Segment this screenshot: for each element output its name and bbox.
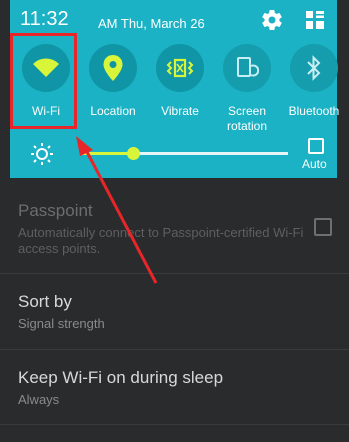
annotation-highlight-box — [10, 33, 77, 129]
status-date: AM Thu, March 26 — [98, 16, 205, 31]
location-pin-icon — [103, 55, 123, 81]
status-time: 11:32 — [20, 8, 69, 30]
screen-rotation-icon — [237, 57, 259, 77]
divider — [0, 424, 349, 425]
setting-passpoint[interactable]: Passpoint Automatically connect to Passp… — [18, 201, 339, 257]
tile-bluetooth[interactable]: Bluetooth — [283, 44, 345, 134]
brightness-icon — [31, 143, 53, 165]
tile-circle — [89, 44, 137, 92]
divider — [0, 349, 349, 350]
gear-icon[interactable] — [260, 8, 284, 32]
grid-edit-icon[interactable] — [305, 10, 325, 30]
bluetooth-icon — [307, 55, 321, 81]
tile-vibrate[interactable]: Vibrate — [149, 44, 211, 134]
setting-keep-wifi-on[interactable]: Keep Wi-Fi on during sleep Always — [18, 368, 339, 407]
tile-circle — [223, 44, 271, 92]
passpoint-checkbox[interactable] — [314, 218, 332, 236]
tile-screen-rotation[interactable]: Screen rotation — [216, 44, 278, 134]
brightness-slider-thumb[interactable] — [126, 147, 140, 160]
tile-circle — [290, 44, 338, 92]
setting-subtitle: Signal strength — [18, 316, 105, 331]
setting-title: Passpoint — [18, 201, 93, 220]
divider — [0, 273, 349, 274]
brightness-slider[interactable] — [81, 147, 288, 160]
brightness-slider-fill — [81, 152, 133, 155]
setting-subtitle: Always — [18, 392, 60, 407]
setting-subtitle: Automatically connect to Passpoint-certi… — [18, 225, 304, 256]
auto-brightness-label: Auto — [302, 157, 327, 171]
setting-title: Sort by — [18, 292, 72, 311]
tile-circle — [156, 44, 204, 92]
setting-sort-by[interactable]: Sort by Signal strength — [18, 292, 339, 331]
tile-location[interactable]: Location — [82, 44, 144, 134]
auto-brightness-checkbox[interactable] — [308, 138, 324, 154]
setting-title: Keep Wi-Fi on during sleep — [18, 368, 224, 387]
vibrate-icon — [166, 58, 194, 78]
tile-label: Bluetooth — [288, 104, 340, 118]
